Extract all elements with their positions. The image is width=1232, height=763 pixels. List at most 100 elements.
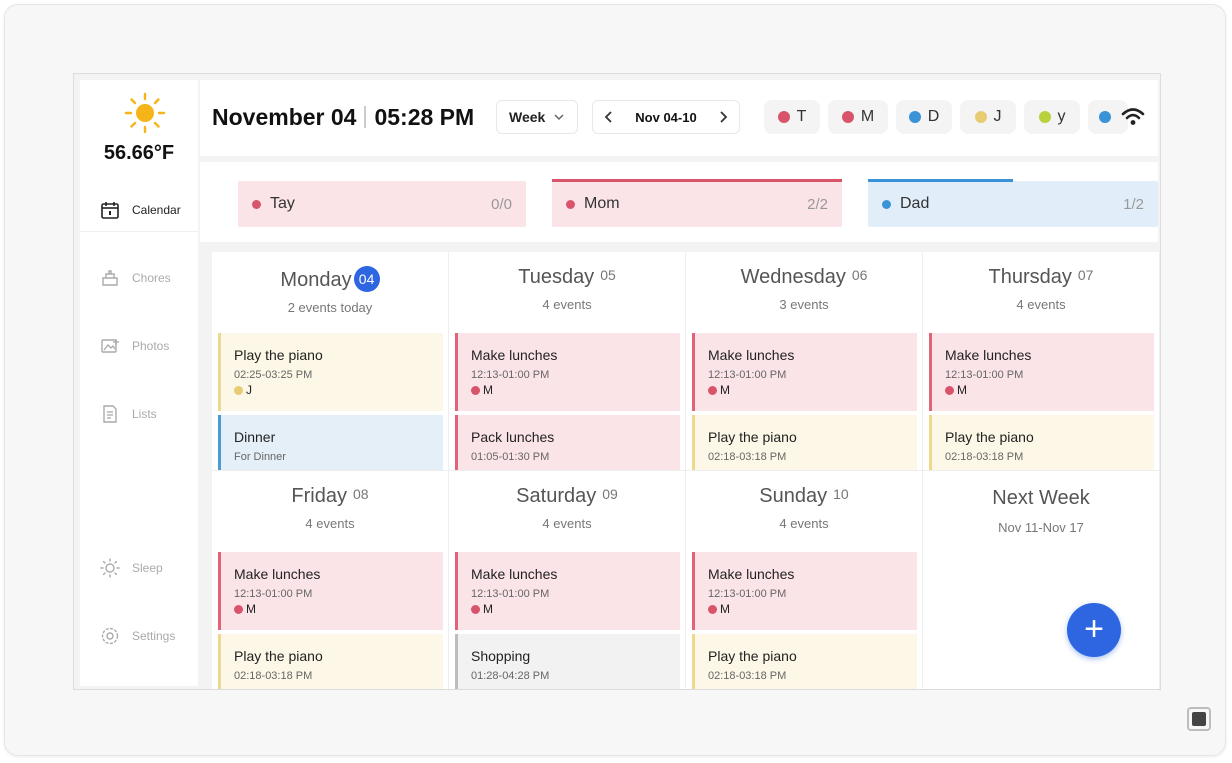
sidebar-item-sleep[interactable]: Sleep [80,546,198,590]
event-member: M [708,383,917,397]
sidebar-item-chores[interactable]: Chores [80,256,198,300]
member-color-dot [945,385,954,395]
member-progress-card[interactable]: Tay 0/0 [238,181,526,227]
event-title: Make lunches [708,347,795,363]
sleep-icon [100,558,120,578]
member-filter-chip[interactable]: D [896,100,952,134]
member-filter-chip[interactable]: J [960,100,1016,134]
event-member: M [471,602,680,616]
event-card[interactable]: Pack lunches 01:05-01:30 PM [455,415,680,470]
member-name: Mom [584,195,620,212]
event-title: Make lunches [471,566,558,582]
event-time: 02:18-03:18 PM [708,451,787,463]
event-card[interactable]: Make lunches 12:13-01:00 PM M [218,552,443,630]
member-filter-chip[interactable]: y [1024,100,1080,134]
member-progress-card[interactable]: Dad 1/2 [868,179,1158,227]
event-card[interactable]: Make lunches 12:13-01:00 PM M [692,552,917,630]
day-number: 08 [353,486,369,502]
event-card[interactable]: Play the piano 02:25-03:25 PM J [218,333,443,411]
sidebar-item-lists[interactable]: Lists [80,392,198,436]
add-event-button[interactable]: + [1067,603,1121,657]
day-cell[interactable]: Saturday 09 4 events Make lunches 12:13-01:0… [449,471,686,689]
day-number: 06 [851,267,868,283]
event-card[interactable]: Make lunches 12:13-01:00 PM M [455,552,680,630]
device-frame: 56.66°F Calendar Chores Photos Lists Sleep Se… [4,4,1226,756]
member-color-dot [974,111,987,123]
next-week-button[interactable] [707,101,739,133]
lists-icon [100,404,120,424]
member-color-dot [1098,111,1111,123]
day-header: Friday 08 4 events [212,485,448,531]
chevron-down-icon [554,114,564,121]
event-card[interactable]: Play the piano 02:18-03:18 PM [929,415,1154,470]
day-cell[interactable]: Tuesday 05 4 events Make lunches 12:13-01:00… [449,252,686,471]
event-title: Play the piano [708,429,797,445]
event-count: 4 events [1016,297,1066,312]
day-cell[interactable]: Thursday 07 4 events Make lunches 12:13-01:0… [923,252,1160,471]
event-card[interactable]: Make lunches 12:13-01:00 PM M [929,333,1154,411]
member-color-dot [882,199,891,209]
event-count: 4 events [542,297,592,312]
next-week-title: Next Week [992,487,1090,509]
event-card[interactable]: Dinner For Dinner [218,415,443,470]
sidebar-item-label: Chores [132,271,171,285]
event-member: M [708,602,917,616]
event-title: Make lunches [234,566,321,582]
event-time: For Dinner [234,451,286,463]
wifi-icon [1121,108,1145,125]
sidebar-item-settings[interactable]: Settings [80,614,198,658]
event-time: 12:13-01:00 PM [708,588,787,600]
event-card[interactable]: Play the piano 02:18-03:18 PM [692,415,917,470]
date-range-nav: Nov 04-10 [592,100,740,134]
day-name: Sunday [759,485,828,507]
chevron-right-icon [720,111,728,123]
calendar-icon [100,200,120,220]
member-filter-chip[interactable]: M [828,100,888,134]
member-color-dot [841,111,854,123]
member-initial: M [720,383,730,397]
event-card[interactable]: Play the piano 02:18-03:18 PM [692,634,917,689]
view-select[interactable]: Week [496,100,578,134]
member-task-count: 1/2 [1123,196,1144,213]
header: November 04 05:28 PM Week Nov 04-10 T M D Jy [200,80,1158,156]
day-cell[interactable]: Monday 04 2 events today Play the piano 02:2… [212,252,449,471]
event-card[interactable]: Play the piano 02:18-03:18 PM [218,634,443,689]
event-count: 3 events [779,297,829,312]
next-week-range: Nov 11-Nov 17 [998,520,1084,535]
event-card[interactable]: Make lunches 12:13-01:00 PM M [692,333,917,411]
device-power-button[interactable] [1187,707,1211,731]
photos-icon [100,336,120,356]
day-cell[interactable]: Friday 08 4 events Make lunches 12:13-01:00 … [212,471,449,689]
day-header: Monday 04 2 events today [212,266,448,315]
next-week-cell[interactable]: Next Week Nov 11-Nov 17 [923,471,1160,689]
next-week-header: Next Week Nov 11-Nov 17 [923,487,1159,535]
day-number: 05 [600,267,616,283]
day-number: 09 [602,486,618,502]
event-member: M [234,602,443,616]
event-title: Pack lunches [471,429,555,445]
date-time: November 04 05:28 PM [212,104,474,131]
member-initial: J [246,383,252,397]
today-badge: 04 [353,266,380,292]
sun-icon [124,92,166,134]
day-name: Monday [280,269,352,291]
sidebar-item-label: Photos [132,339,170,353]
event-card[interactable]: Make lunches 12:13-01:00 PM M [455,333,680,411]
previous-week-button[interactable] [593,101,625,133]
member-name: Dad [900,195,930,212]
day-cell[interactable]: Wednesday 06 3 events Make lunches 12:13-01:… [686,252,923,471]
event-time: 12:13-01:00 PM [234,588,313,600]
member-color-dot [708,385,717,395]
member-initial: D [927,108,940,125]
sidebar-item-photos[interactable]: Photos [80,324,198,368]
member-initial: M [860,108,875,125]
member-color-dot [908,111,921,123]
member-filter-chip[interactable]: T [764,100,820,134]
day-cell[interactable]: Sunday 10 4 events Make lunches 12:13-01:00 … [686,471,923,689]
member-progress-card[interactable]: Mom 2/2 [552,179,842,227]
event-card[interactable]: Shopping 01:28-04:28 PM [455,634,680,689]
sidebar-item-calendar[interactable]: Calendar [80,188,198,232]
day-header: Sunday 10 4 events [686,485,922,531]
date-time-divider [364,106,367,128]
event-member: J [234,383,443,397]
